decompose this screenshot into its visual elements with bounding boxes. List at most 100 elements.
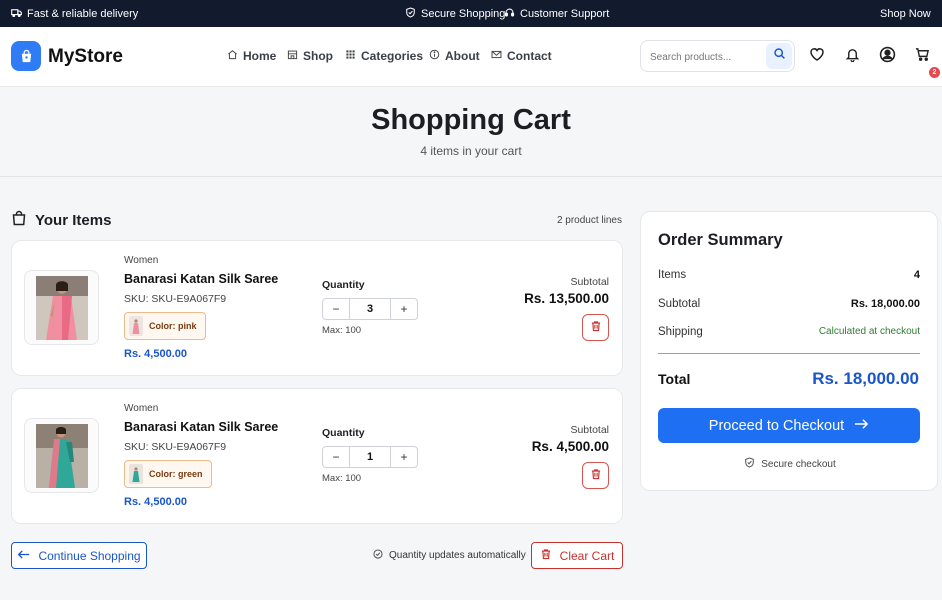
cart-item: Women Banarasi Katan Silk Saree SKU: SKU… xyxy=(11,388,623,524)
nav-home-label[interactable]: Home xyxy=(243,49,276,63)
check-circle-icon xyxy=(373,549,383,562)
nav-categories[interactable]: Categories xyxy=(345,49,423,63)
summary-shipping-row: Shipping Calculated at checkout xyxy=(658,326,920,338)
page-hero: Shopping Cart 4 items in your cart xyxy=(0,88,942,177)
nav-about-label[interactable]: About xyxy=(445,49,480,63)
nav-contact[interactable]: Contact xyxy=(491,49,552,63)
cart-item: Women Banarasi Katan Silk Saree SKU: SKU… xyxy=(11,240,623,376)
summary-subtotal-value: Rs. 18,000.00 xyxy=(850,298,920,310)
total-label: Total xyxy=(658,371,691,387)
proceed-to-checkout-button[interactable]: Proceed to Checkout xyxy=(658,408,920,443)
nav-shop-label[interactable]: Shop xyxy=(303,49,333,63)
search-button[interactable] xyxy=(766,43,792,69)
color-label: Color: pink xyxy=(149,321,197,331)
nav-shop[interactable]: Shop xyxy=(287,49,333,63)
summary-items-label: Items xyxy=(658,269,687,281)
quantity-label: Quantity xyxy=(322,427,365,439)
auto-update-text: Quantity updates automatically xyxy=(389,550,526,561)
product-sku: SKU: SKU-E9A067F9 xyxy=(124,293,227,305)
arrow-left-icon xyxy=(17,549,30,563)
page-title: Shopping Cart xyxy=(371,104,571,136)
headset-icon xyxy=(504,7,515,21)
product-category: Women xyxy=(124,403,159,414)
nav-contact-label[interactable]: Contact xyxy=(507,49,552,63)
shop-now-label[interactable]: Shop Now xyxy=(880,8,931,20)
cart-icon[interactable] xyxy=(913,45,931,63)
trash-icon xyxy=(590,467,602,485)
item-subtotal: Rs. 4,500.00 xyxy=(531,439,609,454)
secure-shopping-notice: Secure Shopping xyxy=(405,0,505,27)
summary-subtotal-label: Subtotal xyxy=(658,298,701,310)
search-box xyxy=(640,40,795,72)
order-summary-title: Order Summary xyxy=(658,231,783,249)
color-variant-chip: Color: green xyxy=(124,460,212,488)
saree-pink-image xyxy=(35,275,88,340)
secure-shopping-text: Secure Shopping xyxy=(421,7,506,20)
color-label: Color: green xyxy=(149,469,203,479)
quantity-value[interactable]: 3 xyxy=(349,299,391,319)
summary-items-value: 4 xyxy=(913,269,920,281)
page-subtitle: 4 items in your cart xyxy=(420,144,522,158)
product-thumbnail[interactable] xyxy=(24,270,99,345)
color-variant-chip: Color: pink xyxy=(124,312,206,340)
quantity-stepper: − 1 + xyxy=(322,446,418,468)
trash-icon xyxy=(590,319,602,337)
item-subtotal: Rs. 13,500.00 xyxy=(524,291,609,306)
checkout-label: Proceed to Checkout xyxy=(708,417,845,434)
home-icon xyxy=(227,49,238,63)
subtotal-label: Subtotal xyxy=(570,424,609,436)
quantity-label: Quantity xyxy=(322,279,365,291)
clear-cart-label: Clear Cart xyxy=(559,548,615,563)
summary-subtotal-row: Subtotal Rs. 18,000.00 xyxy=(658,298,920,310)
continue-shopping-button[interactable]: Continue Shopping xyxy=(11,542,147,569)
quantity-stepper: − 3 + xyxy=(322,298,418,320)
cart-count-badge: 2 xyxy=(929,67,940,78)
summary-items-row: Items 4 xyxy=(658,269,920,281)
support-text: Customer Support xyxy=(520,7,610,20)
clear-cart-button[interactable]: Clear Cart xyxy=(531,542,623,569)
arrow-right-icon xyxy=(854,418,869,434)
product-category: Women xyxy=(124,255,159,266)
remove-item-button[interactable] xyxy=(582,462,609,489)
quantity-max: Max: 100 xyxy=(322,473,362,484)
notification-bell-icon[interactable] xyxy=(843,45,861,63)
grid-icon xyxy=(345,49,356,63)
continue-shopping-label: Continue Shopping xyxy=(38,548,141,563)
auto-update-note: Quantity updates automatically xyxy=(373,549,526,562)
trash-icon xyxy=(540,548,552,563)
items-title: Your Items xyxy=(35,212,112,229)
product-name[interactable]: Banarasi Katan Silk Saree xyxy=(124,272,278,286)
truck-icon xyxy=(11,7,22,21)
unit-price: Rs. 4,500.00 xyxy=(124,348,187,360)
quantity-value[interactable]: 1 xyxy=(349,447,391,467)
saree-green-image xyxy=(35,423,88,488)
site-header: MyStore Home Shop Categories About Conta… xyxy=(0,27,942,87)
increase-quantity-button[interactable]: + xyxy=(391,447,417,467)
account-user-icon[interactable] xyxy=(878,45,896,63)
unit-price: Rs. 4,500.00 xyxy=(124,496,187,508)
shop-now-link[interactable]: Shop Now xyxy=(880,0,931,27)
store-logo-icon[interactable] xyxy=(11,41,41,71)
increase-quantity-button[interactable]: + xyxy=(391,299,417,319)
order-summary-card: Order Summary Items 4 Subtotal Rs. 18,00… xyxy=(640,211,938,491)
search-input[interactable] xyxy=(650,48,770,66)
items-heading: Your Items xyxy=(11,210,111,231)
wishlist-heart-icon[interactable] xyxy=(808,45,826,63)
mail-icon xyxy=(491,49,502,63)
secure-checkout-note: Secure checkout xyxy=(641,457,939,471)
decrease-quantity-button[interactable]: − xyxy=(323,299,349,319)
nav-about[interactable]: About xyxy=(429,49,480,63)
product-name[interactable]: Banarasi Katan Silk Saree xyxy=(124,420,278,434)
info-icon xyxy=(429,49,440,63)
decrease-quantity-button[interactable]: − xyxy=(323,447,349,467)
subtotal-label: Subtotal xyxy=(570,276,609,288)
brand-name[interactable]: MyStore xyxy=(48,46,123,68)
nav-categories-label[interactable]: Categories xyxy=(361,49,423,63)
product-thumbnail[interactable] xyxy=(24,418,99,493)
remove-item-button[interactable] xyxy=(582,314,609,341)
nav-home[interactable]: Home xyxy=(227,49,276,63)
store-icon xyxy=(287,49,298,63)
color-swatch-thumbnail xyxy=(129,464,143,484)
support-notice: Customer Support xyxy=(504,0,609,27)
quantity-max: Max: 100 xyxy=(322,325,362,336)
